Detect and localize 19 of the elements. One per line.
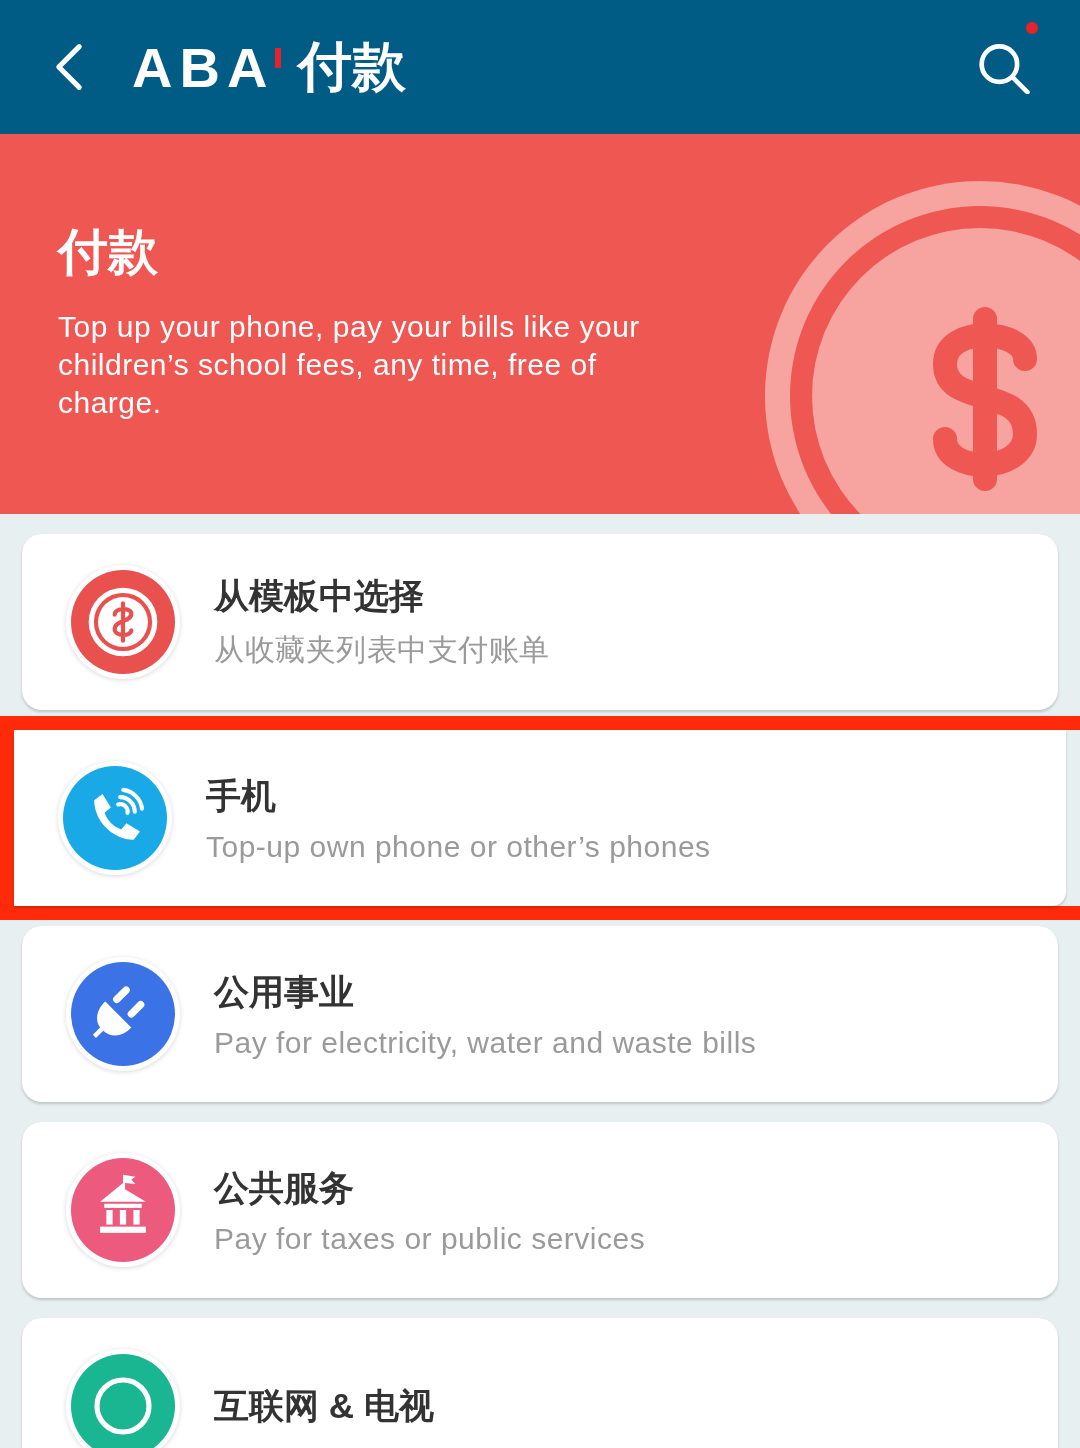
payment-option[interactable]: 公用事业 Pay for electricity, water and waste bills [22,926,1058,1102]
option-description: 从收藏夹列表中支付账单 [214,632,550,668]
option-description: Pay for electricity, water and waste bills [214,1025,757,1060]
bank-logo: ABA [132,34,275,100]
logo-mark-icon [274,48,283,68]
payment-option[interactable]: 互联网 & 电视 [22,1318,1058,1448]
option-description: Top-up own phone or other’s phones [206,829,711,864]
option-title: 从模板中选择 [214,575,425,617]
payment-option[interactable]: 从模板中选择 从收藏夹列表中支付账单 [22,534,1058,710]
option-description: Pay for taxes or public services [214,1221,646,1256]
option-title: 手机 [206,774,277,817]
banner-text: Top up your phone, pay your bills like your children’s school fees, any time, free of charge. [58,309,641,421]
page-title: 付款 [298,34,407,98]
option-title: 公共服务 [214,1166,355,1209]
option-title: 互联网 & 电视 [214,1384,434,1427]
banner-title: 付款 [58,223,159,282]
payment-option[interactable]: 公共服务 Pay for taxes or public services [22,1122,1058,1298]
option-title: 公用事业 [214,970,355,1013]
payment-option[interactable]: 手机 Top-up own phone or other’s phones [14,730,1066,906]
